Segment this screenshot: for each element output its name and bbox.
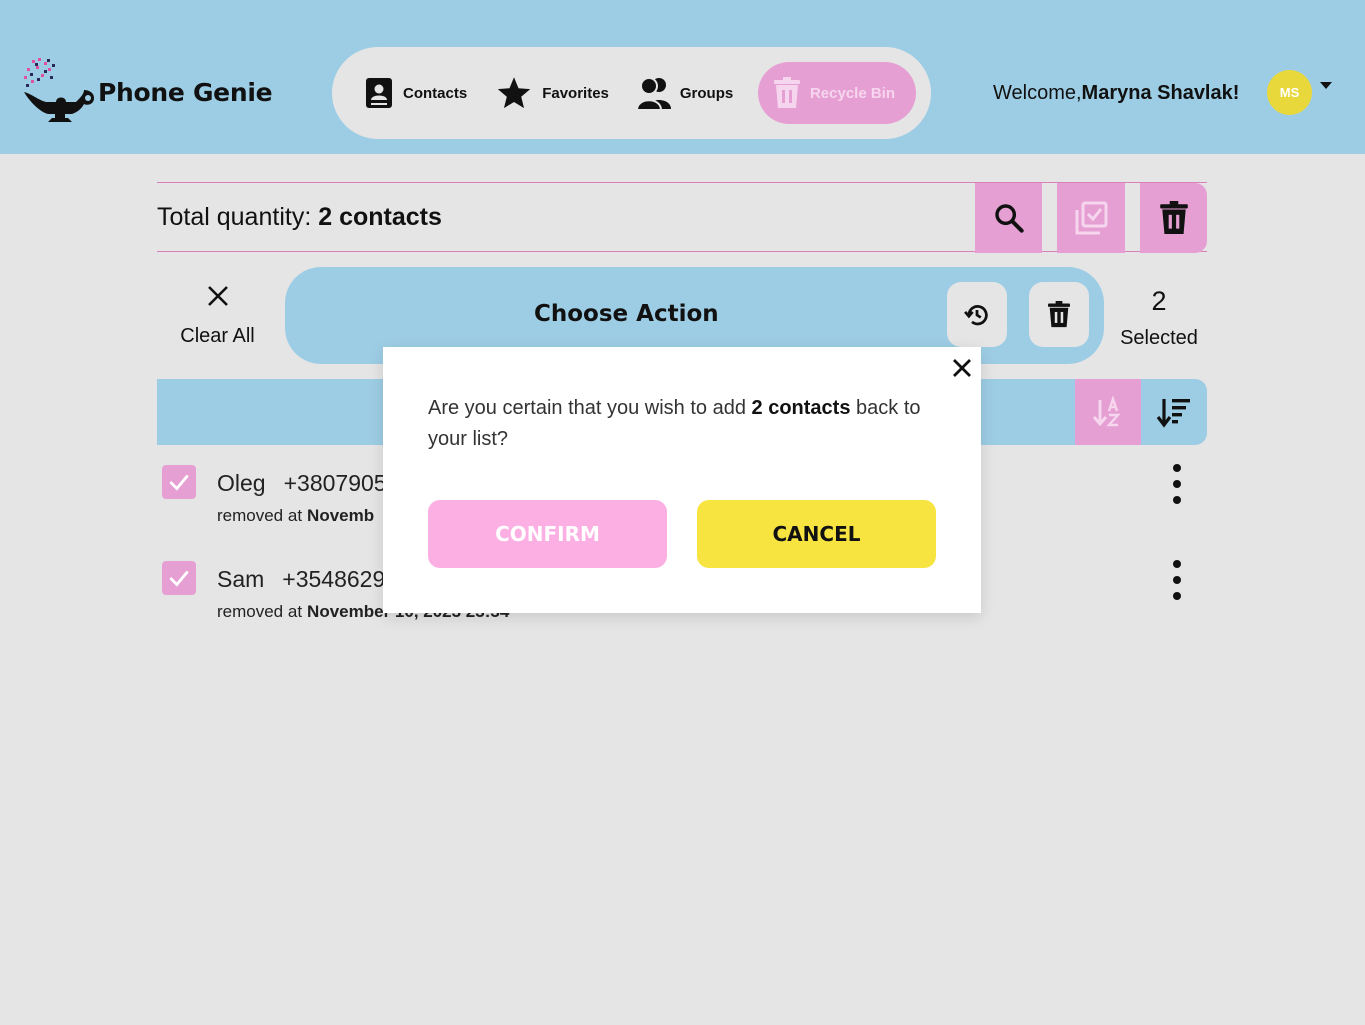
welcome-message: Welcome,Maryna Shavlak! [993, 82, 1239, 105]
more-options-icon[interactable] [1167, 560, 1187, 600]
total-quantity-label: Total quantity: [157, 203, 312, 231]
confirm-button[interactable]: CONFIRM [428, 500, 667, 568]
sort-order-button[interactable] [1141, 379, 1207, 445]
contact-summary: Oleg +3807905 [217, 470, 405, 497]
nav-item-contacts[interactable]: Contacts [364, 77, 467, 109]
checkmark-icon [169, 474, 189, 491]
contact-phone: +3807905 [283, 470, 387, 496]
clear-all-label: Clear All [180, 325, 255, 347]
app-header: Phone Genie Contacts Favorites Groups Re… [0, 0, 1365, 154]
choose-action-title: Choose Action [534, 301, 719, 327]
removed-date: Novemb [307, 506, 375, 525]
contact-summary: Sam +3548629 [217, 566, 403, 593]
select-all-icon [1075, 201, 1108, 235]
restore-confirm-modal: Are you certain that you wish to add 2 c… [383, 347, 981, 613]
removed-label: removed at [217, 506, 303, 525]
select-all-button[interactable] [1057, 183, 1125, 253]
total-quantity-value: 2 contacts [318, 203, 442, 231]
close-icon [207, 286, 228, 306]
selected-counter: 2 Selected [1114, 286, 1204, 350]
users-icon [636, 77, 671, 111]
contact-name: Oleg [217, 470, 266, 496]
app-logo[interactable]: Phone Genie [22, 56, 273, 128]
contact-phone: +3548629 [282, 566, 386, 592]
cancel-button[interactable]: CANCEL [697, 500, 936, 568]
welcome-prefix: Welcome, [993, 82, 1082, 104]
genie-lamp-icon [24, 58, 94, 122]
modal-text-start: Are you certain that you wish to add [428, 397, 752, 419]
search-icon [994, 204, 1024, 233]
close-modal-button[interactable] [948, 354, 976, 382]
trash-icon [1048, 301, 1070, 328]
more-options-icon[interactable] [1167, 464, 1187, 504]
total-quantity: Total quantity: 2 contacts [157, 203, 442, 232]
nav-label-contacts: Contacts [403, 84, 468, 102]
nav-label-favorites: Favorites [542, 84, 609, 102]
restore-button[interactable] [947, 282, 1007, 347]
contact-checkbox[interactable] [162, 561, 196, 595]
restore-icon [964, 304, 988, 325]
main-nav: Contacts Favorites Groups Recycle Bin [332, 47, 931, 139]
removed-info: removed at Novemb [217, 506, 374, 526]
nav-item-groups[interactable]: Groups [636, 75, 734, 111]
sort-az-icon [1092, 396, 1121, 427]
selected-count: 2 [1151, 286, 1167, 316]
avatar[interactable]: MS [1267, 70, 1312, 115]
nav-item-favorites[interactable]: Favorites [495, 75, 609, 111]
selected-label: Selected [1120, 327, 1198, 349]
modal-message: Are you certain that you wish to add 2 c… [428, 393, 938, 455]
modal-text-count: 2 contacts [751, 397, 851, 419]
contact-name: Sam [217, 566, 265, 592]
checkmark-icon [169, 570, 189, 587]
close-icon [953, 359, 971, 377]
trash-icon [773, 77, 800, 108]
star-icon [497, 77, 531, 109]
delete-selected-button[interactable] [1029, 282, 1089, 347]
trash-icon [1159, 201, 1188, 234]
clear-all-button[interactable]: Clear All [170, 284, 265, 348]
delete-all-button[interactable] [1140, 183, 1207, 253]
user-name: Maryna Shavlak! [1081, 82, 1240, 104]
nav-item-recycle-bin[interactable]: Recycle Bin [758, 62, 916, 124]
nav-label-recycle-bin: Recycle Bin [809, 84, 896, 102]
nav-label-groups: Groups [679, 84, 734, 102]
sort-alphabetical-button[interactable] [1075, 379, 1141, 445]
contact-checkbox[interactable] [162, 465, 196, 499]
sort-descending-icon [1157, 399, 1190, 428]
removed-label: removed at [217, 602, 303, 621]
search-button[interactable] [975, 183, 1042, 253]
contact-book-icon [366, 78, 392, 108]
caret-down-icon[interactable] [1320, 82, 1332, 89]
app-name: Phone Genie [98, 77, 273, 107]
totals-bar: Total quantity: 2 contacts [157, 182, 1207, 253]
